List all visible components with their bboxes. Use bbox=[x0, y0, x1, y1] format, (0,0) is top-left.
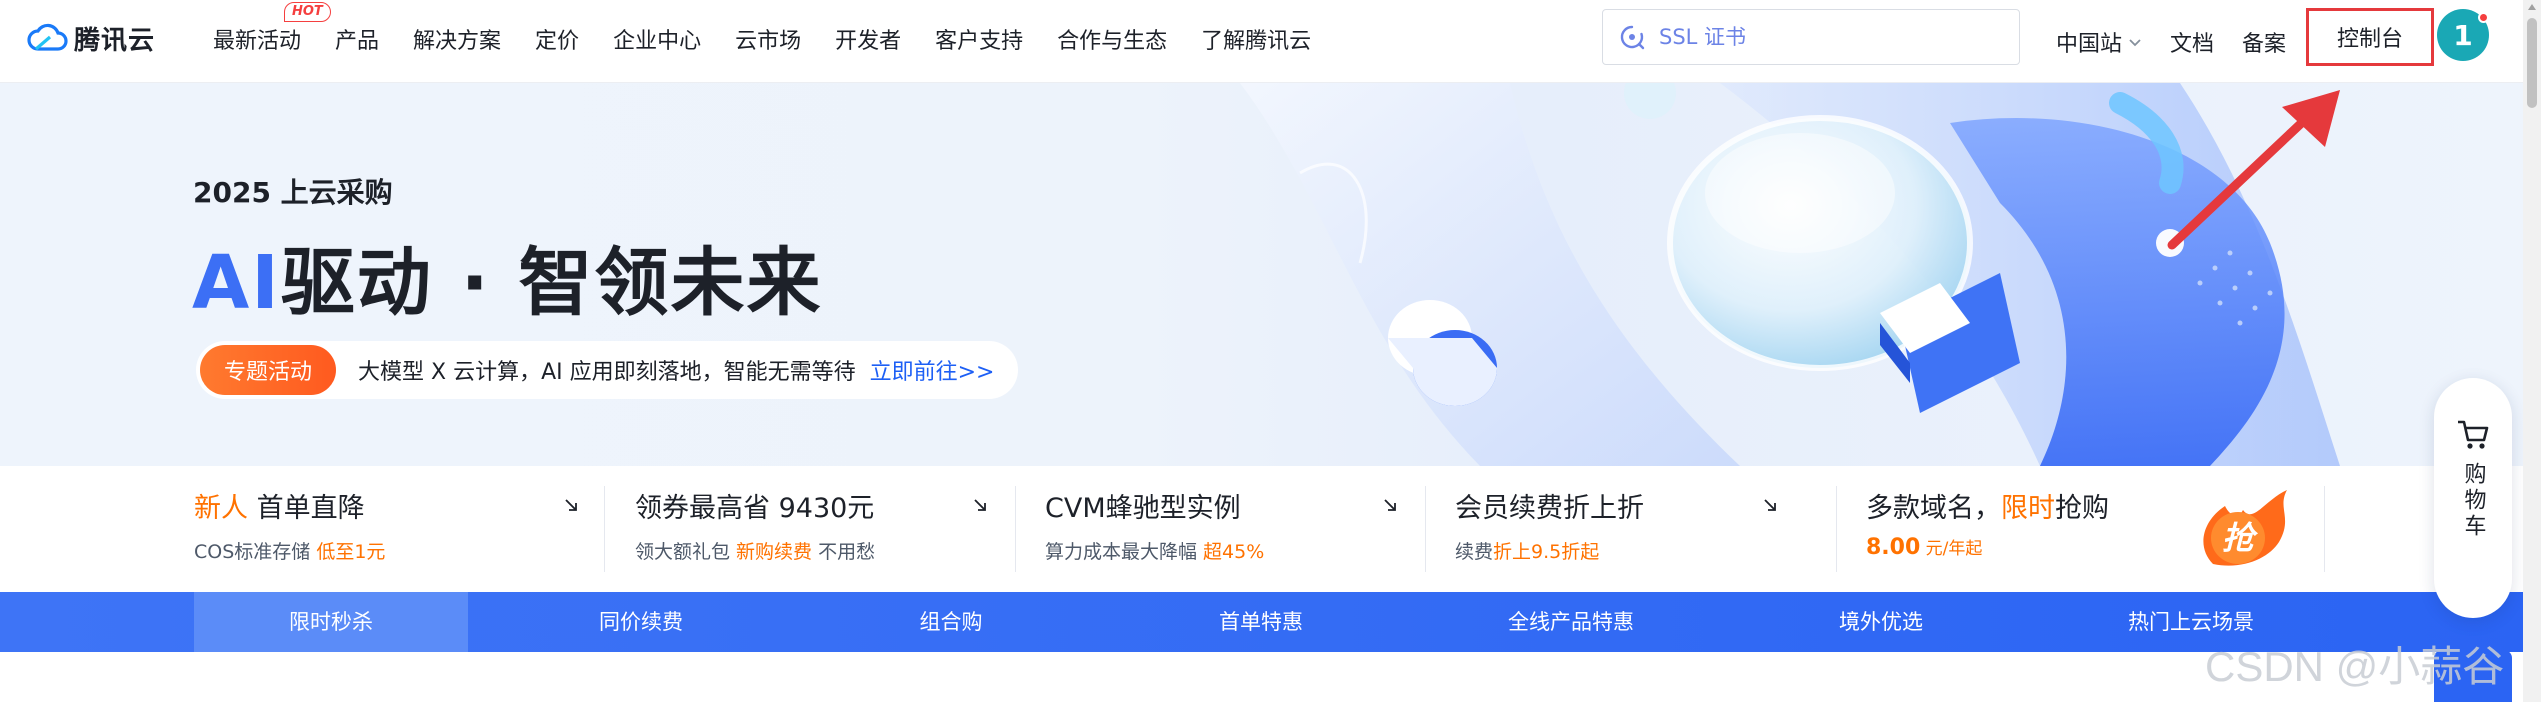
tab-bundle[interactable]: 组合购 bbox=[814, 592, 1088, 652]
csdn-watermark: CSDN @小蒜谷 bbox=[2205, 643, 2505, 690]
annotation-arrow-icon bbox=[2167, 90, 2340, 250]
promo-card-cvm[interactable]: CVM蜂驰型实例 算力成本最大降幅 超45% bbox=[1045, 466, 1425, 592]
promo-title: CVM蜂驰型实例 bbox=[1045, 493, 1241, 524]
user-avatar[interactable]: 1 bbox=[2437, 9, 2489, 61]
page-scrollbar[interactable] bbox=[2523, 0, 2541, 702]
promo-subtitle: 续费折上9.5折起 bbox=[1455, 537, 1599, 564]
promo-subtitle-text: COS标准存储 bbox=[194, 541, 317, 563]
promo-subtitle-text: 领大额礼包 bbox=[635, 541, 737, 563]
cloud-logo-icon bbox=[27, 23, 68, 51]
price-unit: 元/年起 bbox=[1920, 539, 1983, 559]
arrow-down-right-icon bbox=[1384, 499, 1396, 511]
promo-title-text: 多款域名， bbox=[1866, 493, 2001, 524]
arrow-down-right-icon bbox=[1764, 499, 1776, 511]
search-icon bbox=[1620, 25, 1645, 50]
tab-flash-sale[interactable]: 限时秒杀 bbox=[194, 592, 468, 652]
hero-description: 大模型 X 云计算，AI 应用即刻落地，智能无需等待 bbox=[358, 360, 856, 385]
promo-card-coupon[interactable]: 领券最高省 9430元 领大额礼包 新购续费 不用愁 bbox=[635, 466, 1015, 592]
promo-title: 会员续费折上折 bbox=[1455, 493, 1644, 524]
promo-title: 多款域名，限时抢购 bbox=[1866, 486, 2109, 525]
top-navigation-bar: 腾讯云 最新活动 HOT 产品 解决方案 定价 企业中心 云市场 开发者 客户支… bbox=[0, 0, 2541, 83]
promo-title: 新人 首单直降 bbox=[194, 486, 365, 525]
flash-sale-badge-text: 抢 bbox=[2222, 519, 2259, 557]
promo-divider bbox=[604, 486, 605, 572]
promo-tab-bar: 限时秒杀 同价续费 组合购 首单特惠 全线产品特惠 境外优选 热门上云场景 bbox=[0, 592, 2541, 652]
promo-title: 领券最高省 9430元 bbox=[635, 493, 875, 524]
promo-title-highlight: 限时 bbox=[2001, 493, 2055, 524]
chevron-down-icon bbox=[2129, 38, 2141, 46]
promo-subtitle-text: 续费 bbox=[1455, 541, 1494, 563]
promo-subtitle-text: 算力成本最大降幅 bbox=[1045, 541, 1204, 563]
region-selector[interactable]: 中国站 bbox=[2042, 26, 2156, 58]
promo-subtitle-text: 不用愁 bbox=[812, 541, 876, 563]
hero-title-rest: 驱动 · 智领未来 bbox=[280, 240, 823, 326]
scrollbar-thumb[interactable] bbox=[2527, 18, 2537, 108]
nav-item-products[interactable]: 产品 bbox=[318, 0, 396, 83]
arrow-down-right-icon bbox=[565, 499, 577, 511]
tencent-cloud-logo[interactable]: 腾讯云 bbox=[26, 20, 155, 56]
nav-item-marketplace[interactable]: 云市场 bbox=[718, 0, 818, 83]
hero-activity-banner[interactable]: 专题活动 大模型 X 云计算，AI 应用即刻落地，智能无需等待 立即前往>> bbox=[196, 341, 1019, 399]
nav-item-enterprise[interactable]: 企业中心 bbox=[596, 0, 718, 83]
tab-all-products[interactable]: 全线产品特惠 bbox=[1434, 592, 1708, 652]
nav-item-support[interactable]: 客户支持 bbox=[918, 0, 1040, 83]
promo-subtitle-highlight: 低至1元 bbox=[316, 541, 386, 563]
console-button[interactable]: 控制台 bbox=[2306, 8, 2434, 66]
go-now-link[interactable]: 立即前往>> bbox=[870, 354, 995, 386]
promo-subtitle: 领大额礼包 新购续费 不用愁 bbox=[635, 537, 875, 564]
price-value: 8.00 bbox=[1866, 535, 1921, 560]
shopping-cart-button[interactable]: 购物车 bbox=[2434, 378, 2512, 618]
promo-subtitle-highlight: 新购续费 bbox=[736, 541, 813, 563]
hero-title: AI驱动 · 智领未来 bbox=[192, 223, 822, 330]
avatar-initial: 1 bbox=[2453, 18, 2473, 52]
special-activity-tag[interactable]: 专题活动 bbox=[200, 345, 337, 395]
promo-price: 8.00 元/年起 bbox=[1866, 534, 1982, 560]
promo-divider bbox=[2324, 486, 2325, 572]
promo-subtitle-highlight: 超45% bbox=[1203, 541, 1265, 563]
tab-same-price-renewal[interactable]: 同价续费 bbox=[504, 592, 778, 652]
hero-title-ai: AI bbox=[192, 240, 281, 326]
nav-item-solutions[interactable]: 解决方案 bbox=[396, 0, 518, 83]
logo-text: 腾讯云 bbox=[74, 25, 156, 56]
docs-link[interactable]: 文档 bbox=[2156, 26, 2228, 58]
nav-item-latest-activities[interactable]: 最新活动 HOT bbox=[196, 0, 331, 83]
promo-divider bbox=[1425, 486, 1426, 572]
search-input[interactable] bbox=[1659, 25, 1999, 49]
hero-subtitle: 2025 上云采购 bbox=[193, 176, 393, 209]
promo-subtitle: 算力成本最大降幅 超45% bbox=[1045, 537, 1264, 564]
promo-subtitle: COS标准存储 低至1元 bbox=[194, 537, 385, 564]
cart-icon bbox=[2458, 420, 2489, 449]
tab-overseas[interactable]: 境外优选 bbox=[1744, 592, 2018, 652]
nav-item-pricing[interactable]: 定价 bbox=[518, 0, 596, 83]
right-nav: 中国站 文档 备案 bbox=[2042, 0, 2300, 83]
promo-card-newcomer[interactable]: 新人 首单直降 COS标准存储 低至1元 bbox=[194, 466, 577, 592]
promo-title-text: 抢购 bbox=[2055, 493, 2109, 524]
nav-item-developers[interactable]: 开发者 bbox=[818, 0, 918, 83]
notification-dot bbox=[2478, 12, 2489, 23]
promo-title-highlight: 新人 bbox=[194, 493, 248, 524]
arrow-down-right-icon bbox=[974, 499, 986, 511]
nav-item-partners[interactable]: 合作与生态 bbox=[1040, 0, 1184, 83]
scroll-up-arrow-icon[interactable] bbox=[2528, 4, 2536, 10]
filing-link[interactable]: 备案 bbox=[2228, 26, 2300, 58]
region-label: 中国站 bbox=[2056, 31, 2123, 57]
promo-title-text: 首单直降 bbox=[248, 493, 365, 524]
tab-first-order[interactable]: 首单特惠 bbox=[1124, 592, 1398, 652]
promo-card-member-renewal[interactable]: 会员续费折上折 续费折上9.5折起 bbox=[1455, 466, 1835, 592]
nav-item-about[interactable]: 了解腾讯云 bbox=[1184, 0, 1328, 83]
promo-divider bbox=[1015, 486, 1016, 572]
cart-label: 购物车 bbox=[2460, 462, 2486, 540]
search-box[interactable] bbox=[1602, 9, 2020, 65]
flash-sale-badge-icon[interactable]: 抢 bbox=[2195, 488, 2295, 568]
promo-card-row: 新人 首单直降 COS标准存储 低至1元 领券最高省 9430元 领大额礼包 新… bbox=[0, 466, 2541, 592]
nav-item-label: 最新活动 bbox=[213, 29, 302, 54]
main-nav: 最新活动 HOT 产品 解决方案 定价 企业中心 云市场 开发者 客户支持 合作… bbox=[196, 0, 1328, 83]
promo-subtitle-highlight: 折上9.5折起 bbox=[1493, 541, 1600, 563]
promo-divider bbox=[1836, 486, 1837, 572]
